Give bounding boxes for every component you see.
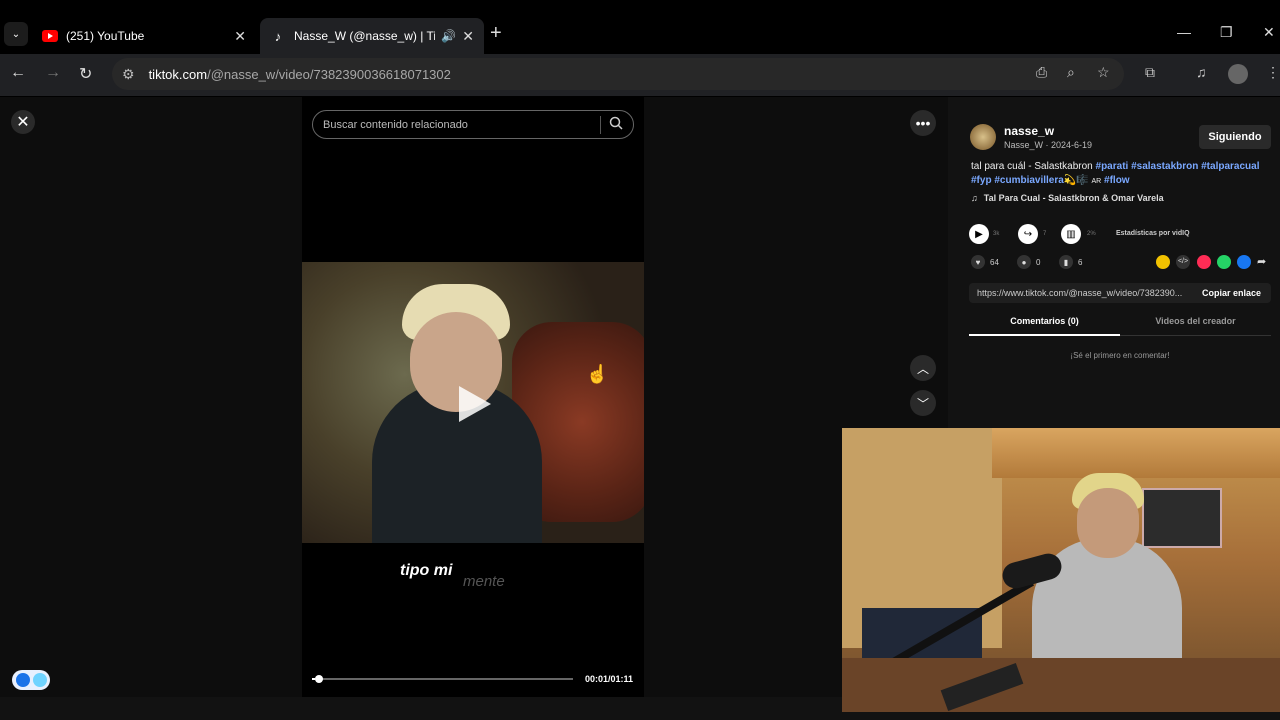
creator-username[interactable]: nasse_w [1004,124,1054,138]
more-share-icon[interactable]: ➦ [1257,255,1271,269]
youtube-icon [42,28,58,44]
close-viewer-button[interactable]: ✕ [11,110,35,134]
comment-metric[interactable]: ● 0 [1017,255,1040,269]
chevron-up-icon: ︿ [916,361,929,376]
webcam-scene-ceiling [992,428,1280,478]
time-display: 00:01/01:11 [585,674,634,684]
bookmark-icon: ▮ [1059,255,1073,269]
description-text: tal para cuál - Salastkabron [971,161,1096,172]
url-path: /@nasse_w/video/7382390036618071302 [207,66,451,82]
engagement-rate: 2% [1087,231,1096,237]
webcam-scene-head [1077,488,1139,558]
creator-avatar[interactable] [970,124,996,150]
chevron-down-icon: ﹀ [916,396,929,411]
progress-bar[interactable] [312,675,573,683]
reload-button[interactable]: ↻ [79,64,92,84]
bar-chart-icon: ▥ [1061,224,1081,244]
heart-icon: ♥ [971,255,985,269]
back-button[interactable]: ← [10,64,26,82]
next-video-button[interactable]: ﹀ [910,390,936,416]
extension-icon [15,673,30,687]
caption-next-text: mente [463,573,505,590]
close-icon[interactable]: ✕ [234,28,246,45]
restore-button[interactable]: ❐ [1220,24,1233,41]
like-count: 64 [990,257,999,267]
hand-cursor-icon: ☝ [586,364,609,384]
previous-video-button[interactable]: ︿ [910,355,936,381]
zoom-icon[interactable]: ⌕ [1067,64,1075,81]
copy-link-button[interactable]: Copiar enlace [1202,288,1261,298]
profile-avatar[interactable] [1228,64,1248,84]
hashtags[interactable]: #parati #salastakbron #talparacual [1096,161,1260,172]
divider [600,116,601,134]
save-metric[interactable]: ▮ 6 [1059,255,1082,269]
tab-title: (251) YouTube [66,29,145,43]
media-control-icon[interactable]: ♫ [1196,64,1207,80]
bookmark-star-icon[interactable]: ☆ [1097,64,1110,81]
hashtags[interactable]: #flow [1101,175,1130,186]
tab-tiktok[interactable]: ♪ Nasse_W (@nasse_w) | TikTok 🔊 ✕ [260,18,484,54]
speaker-icon[interactable]: 🔊 [441,29,456,43]
webcam-scene-desk [842,658,1280,712]
creator-meta: Nasse_W · 2024-6-19 [1004,140,1093,150]
post-link-text: https://www.tiktok.com/@nasse_w/video/73… [977,288,1183,298]
install-app-icon[interactable]: ⎙ [1036,64,1047,81]
site-info-icon[interactable]: ⚙ [122,66,135,83]
post-link-field[interactable]: https://www.tiktok.com/@nasse_w/video/73… [969,283,1271,303]
following-button[interactable]: Siguiendo [1199,125,1271,149]
extension-badge[interactable] [12,670,50,690]
close-window-button[interactable]: ✕ [1263,24,1275,41]
close-icon[interactable]: ✕ [462,28,474,45]
description-ar: AR [1091,178,1102,185]
hashtags[interactable]: #fyp #cumbiavillera [971,175,1064,186]
save-count: 6 [1078,257,1083,267]
tab-youtube[interactable]: (251) YouTube ✕ [32,18,256,54]
search-icon[interactable] [609,116,623,133]
music-title: Tal Para Cual - Salastkbron & Omar Varel… [983,193,1164,203]
vidiq-stats-label: Estadísticas por vidIQ [1116,230,1190,237]
extensions-icon[interactable]: ⧉ [1145,64,1155,81]
coin-icon[interactable] [1156,255,1170,269]
tab-comments[interactable]: Comentarios (0) [969,316,1120,336]
share-count: 7 [1043,231,1047,237]
tiktok-icon: ♪ [274,28,282,44]
empty-comments-text: ¡Sé el primero en comentar! [1070,351,1170,360]
menu-icon[interactable]: ⋮ [1266,64,1280,81]
play-icon[interactable] [459,386,491,422]
like-metric[interactable]: ♥ 64 [971,255,999,269]
tab-title: Nasse_W (@nasse_w) | TikTok [294,29,435,43]
music-note-icon: ♫ [971,193,978,203]
music-row[interactable]: ♫ Tal Para Cual - Salastkbron & Omar Vare… [971,193,1164,203]
url-domain: tiktok.com [148,66,208,82]
webcam-scene-window [1142,488,1222,548]
facebook-icon[interactable] [1237,255,1251,269]
more-icon: ••• [915,115,931,131]
forward-button[interactable]: → [45,64,61,82]
more-options-button[interactable]: ••• [910,110,936,136]
comment-icon: ● [1017,255,1031,269]
caption-text: tipo mi [400,562,453,579]
post-description: tal para cuál - Salastkabron #parati #sa… [971,160,1271,189]
search-placeholder: Buscar contenido relacionado [323,118,468,131]
new-tab-button[interactable]: + [490,22,502,45]
description-emoji: 💫🎼 [1063,175,1092,186]
extension-icon [32,673,47,687]
close-icon: ✕ [16,114,30,131]
webcam-overlay [842,428,1280,712]
send-icon[interactable] [1197,255,1211,269]
tab-search-menu[interactable]: ⌄ [4,22,28,46]
address-bar[interactable]: ⚙ tiktok.com/@nasse_w/video/738239003661… [112,58,1124,90]
chevron-down-icon: ⌄ [11,28,21,40]
minimize-button[interactable]: — [1177,24,1191,40]
play-count: 3k [993,231,1000,237]
embed-icon[interactable]: </> [1176,255,1190,269]
comment-count: 0 [1036,257,1041,267]
related-search-input[interactable]: Buscar contenido relacionado [312,110,634,139]
whatsapp-icon[interactable] [1217,255,1231,269]
progress-knob[interactable] [314,675,323,683]
share-arrow-icon[interactable]: ↪ [1018,224,1038,244]
tab-creator-videos[interactable]: Videos del creador [1120,316,1271,336]
plays-icon: ▶ [969,224,989,244]
